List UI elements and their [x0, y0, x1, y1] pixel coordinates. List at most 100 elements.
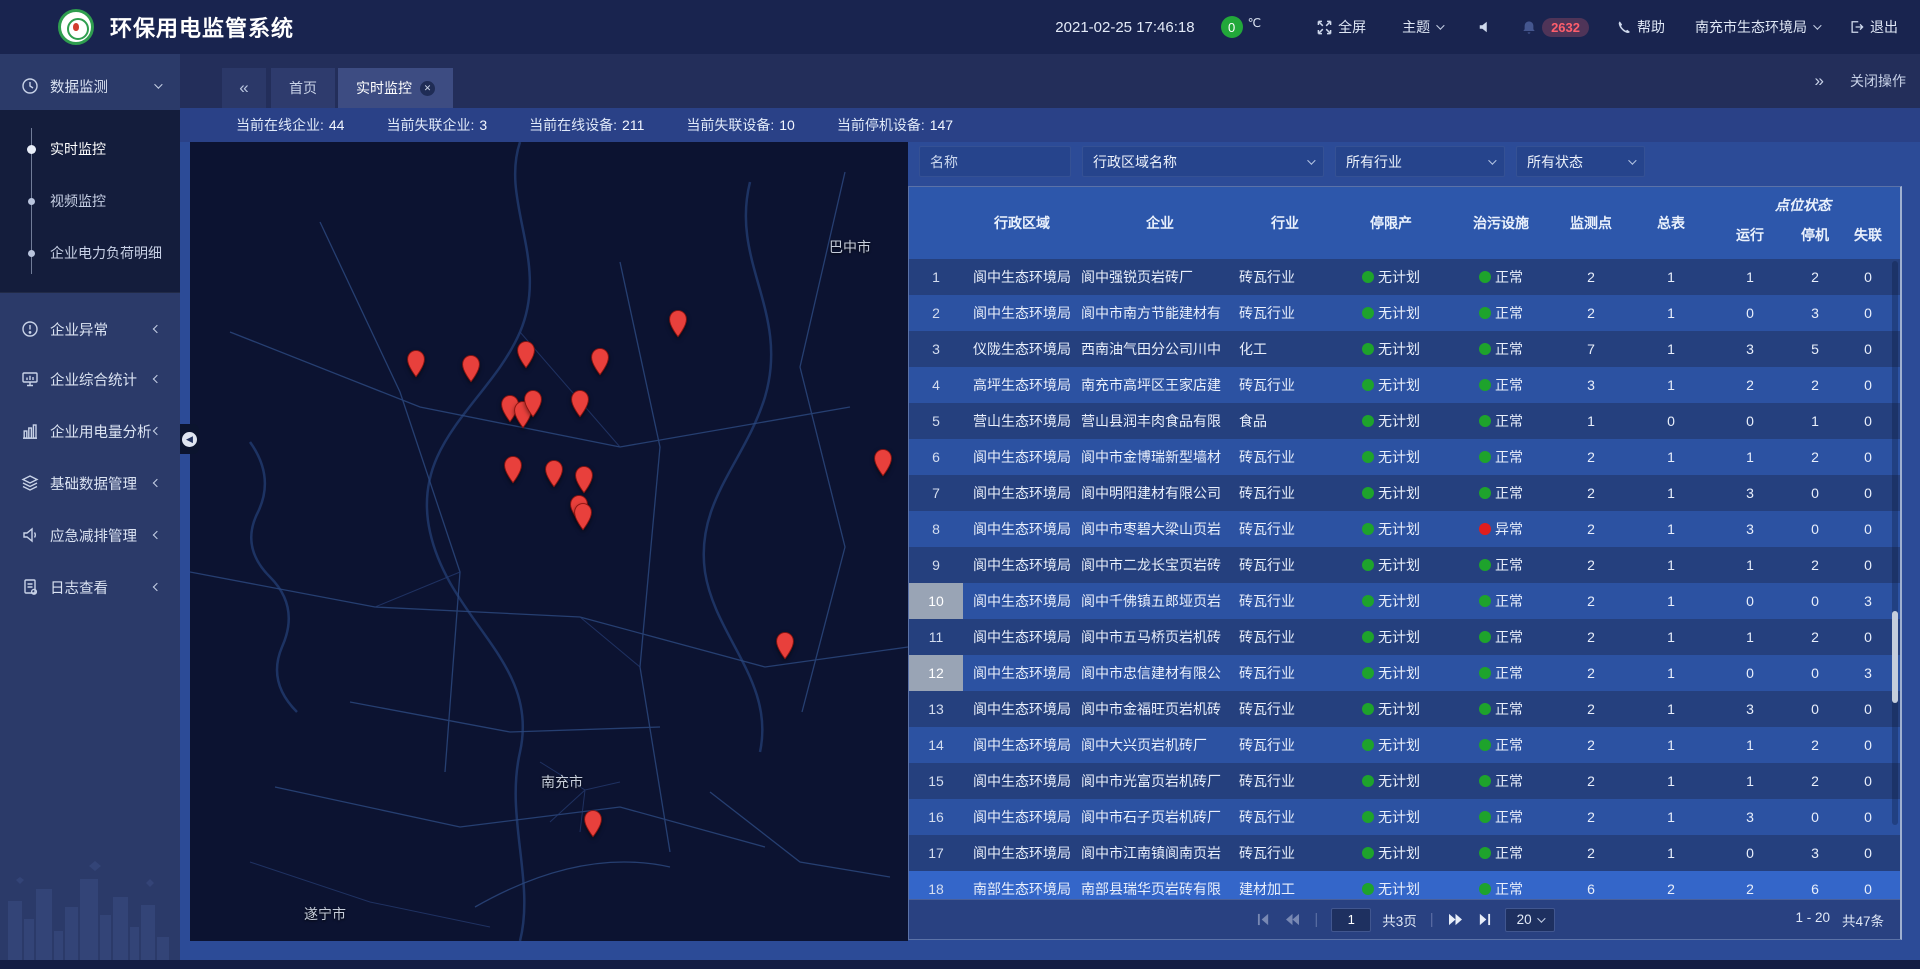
- sidebar-item-label: 数据监测: [50, 76, 154, 97]
- run-cell: 1: [1711, 727, 1789, 763]
- notification-count-badge: 2632: [1542, 18, 1589, 37]
- map-pin[interactable]: [406, 350, 427, 378]
- map-pin[interactable]: [590, 348, 611, 376]
- sidebar-subitem-实时监控[interactable]: 实时监控: [0, 123, 180, 175]
- sidebar-item-数据监测[interactable]: 数据监测: [0, 62, 180, 110]
- run-cell: 2: [1711, 367, 1789, 403]
- sound-toggle[interactable]: [1478, 20, 1492, 34]
- sidebar-collapse-button[interactable]: ◀: [180, 424, 199, 454]
- company-cell: 营山县润丰肉食品有限: [1081, 403, 1239, 439]
- region-cell: 阆中生态环境局: [963, 439, 1081, 475]
- table-row[interactable]: 11阆中生态环境局阆中市五马桥页岩机砖砖瓦行业无计划正常21120: [909, 619, 1900, 655]
- map-pin[interactable]: [574, 466, 595, 494]
- row-index: 5: [909, 403, 963, 439]
- bottom-strip: [0, 960, 1920, 969]
- table-row[interactable]: 13阆中生态环境局阆中市金福旺页岩机砖砖瓦行业无计划正常21300: [909, 691, 1900, 727]
- facility-text: 正常: [1495, 483, 1523, 503]
- run-cell: 0: [1711, 403, 1789, 439]
- status-select[interactable]: 所有状态: [1516, 146, 1645, 177]
- theme-dropdown[interactable]: 主题: [1402, 17, 1442, 37]
- sidebar-item-企业异常[interactable]: 企业异常: [0, 305, 180, 353]
- table-row[interactable]: 5营山生态环境局营山县润丰肉食品有限食品无计划正常10010: [909, 403, 1900, 439]
- facility-text: 异常: [1495, 519, 1523, 539]
- close-operations-button[interactable]: 关闭操作: [1850, 71, 1906, 91]
- tab-close-icon[interactable]: ✕: [420, 81, 435, 96]
- tabs-scroll-left-icon[interactable]: «: [222, 68, 266, 108]
- region-select[interactable]: 行政区域名称: [1082, 146, 1324, 177]
- table-row[interactable]: 12阆中生态环境局阆中市忠信建材有限公砖瓦行业无计划正常21003: [909, 655, 1900, 691]
- table-row[interactable]: 18南部生态环境局南部县瑞华页岩砖有限建材加工无计划正常62260: [909, 871, 1900, 901]
- fullscreen-button[interactable]: 全屏: [1317, 17, 1366, 37]
- map-pin[interactable]: [583, 810, 604, 838]
- map-panel[interactable]: 巴中市南充市遂宁市: [190, 142, 908, 941]
- sidebar-item-应急减排管理[interactable]: 应急减排管理: [0, 509, 180, 561]
- next-page-button[interactable]: [1447, 913, 1465, 927]
- industry-select[interactable]: 所有行业: [1335, 146, 1505, 177]
- industry-cell: 砖瓦行业: [1239, 547, 1331, 583]
- table-row[interactable]: 15阆中生态环境局阆中市光富页岩机砖厂砖瓦行业无计划正常21120: [909, 763, 1900, 799]
- help-button[interactable]: 帮助: [1617, 17, 1665, 37]
- map-pin[interactable]: [503, 456, 524, 484]
- map-pin[interactable]: [873, 449, 894, 477]
- sidebar-item-日志查看[interactable]: 日志查看: [0, 561, 180, 613]
- map-pin[interactable]: [668, 310, 689, 338]
- table-row[interactable]: 7阆中生态环境局阆中明阳建材有限公司砖瓦行业无计划正常21300: [909, 475, 1900, 511]
- sidebar-item-企业综合统计[interactable]: 企业综合统计: [0, 353, 180, 405]
- page-size-select[interactable]: 20: [1505, 908, 1555, 932]
- status-dot-red: [1479, 523, 1491, 535]
- table-row[interactable]: 6阆中生态环境局阆中市金博瑞新型墙材砖瓦行业无计划正常21120: [909, 439, 1900, 475]
- map-pin[interactable]: [775, 632, 796, 660]
- table-row[interactable]: 2阆中生态环境局阆中市南方节能建材有砖瓦行业无计划正常21030: [909, 295, 1900, 331]
- chevron-down-icon: [1537, 914, 1545, 922]
- tabs-scroll-right-icon[interactable]: »: [1815, 71, 1824, 91]
- facility-status-cell: 正常: [1451, 619, 1551, 655]
- sidebar-subitem-视频监控[interactable]: 视频监控: [0, 175, 180, 227]
- chevron-left-icon: [153, 325, 161, 333]
- table-row[interactable]: 17阆中生态环境局阆中市江南镇阆南页岩砖瓦行业无计划正常21030: [909, 835, 1900, 871]
- first-page-button[interactable]: [1254, 913, 1272, 927]
- table-row[interactable]: 3仪陇生态环境局西南油气田分公司川中化工无计划正常71350: [909, 331, 1900, 367]
- status-dot-green: [1479, 667, 1491, 679]
- org-dropdown[interactable]: 南充市生态环境局: [1695, 17, 1819, 37]
- map-pin[interactable]: [516, 341, 537, 369]
- map-pin[interactable]: [544, 460, 565, 488]
- map-pin[interactable]: [573, 503, 594, 531]
- facility-status-cell: 正常: [1451, 295, 1551, 331]
- region-cell: 阆中生态环境局: [963, 259, 1081, 295]
- chevron-down-icon: [1436, 21, 1444, 29]
- page-number-input[interactable]: [1331, 908, 1371, 932]
- table-row[interactable]: 9阆中生态环境局阆中市二龙长宝页岩砖砖瓦行业无计划正常21120: [909, 547, 1900, 583]
- last-page-button[interactable]: [1476, 913, 1494, 927]
- stopped-cell: 2: [1789, 763, 1841, 799]
- horn-icon: [21, 526, 39, 544]
- table-row[interactable]: 14阆中生态环境局阆中大兴页岩机砖厂砖瓦行业无计划正常21120: [909, 727, 1900, 763]
- lost-cell: 0: [1841, 331, 1895, 367]
- table-scrollbar-thumb[interactable]: [1892, 611, 1898, 703]
- table-scrollbar-track[interactable]: [1892, 261, 1898, 825]
- company-cell: 阆中市五马桥页岩机砖: [1081, 619, 1239, 655]
- tab-实时监控[interactable]: 实时监控✕: [338, 68, 453, 108]
- chevron-left-icon: [153, 583, 161, 591]
- name-search-input[interactable]: [919, 146, 1071, 177]
- map-pin[interactable]: [523, 390, 544, 418]
- map-pin[interactable]: [570, 390, 591, 418]
- logout-button[interactable]: 退出: [1849, 17, 1898, 37]
- table-row[interactable]: 1阆中生态环境局阆中强锐页岩砖厂砖瓦行业无计划正常21120: [909, 259, 1900, 295]
- prev-page-button[interactable]: [1283, 913, 1301, 927]
- status-dot-green: [1479, 883, 1491, 895]
- map-pin[interactable]: [461, 355, 482, 383]
- company-cell: 阆中市忠信建材有限公: [1081, 655, 1239, 691]
- sidebar-item-基础数据管理[interactable]: 基础数据管理: [0, 457, 180, 509]
- industry-cell: 砖瓦行业: [1239, 583, 1331, 619]
- status-dot-green: [1479, 559, 1491, 571]
- table-row[interactable]: 10阆中生态环境局阆中千佛镇五郎垭页岩砖瓦行业无计划正常21003: [909, 583, 1900, 619]
- meters-cell: 1: [1631, 619, 1711, 655]
- notification-button[interactable]: 2632: [1522, 18, 1589, 37]
- table-row[interactable]: 8阆中生态环境局阆中市枣碧大梁山页岩砖瓦行业无计划异常21300: [909, 511, 1900, 547]
- sidebar-subitem-企业电力负荷明细[interactable]: 企业电力负荷明细: [0, 227, 180, 279]
- table-row[interactable]: 4高坪生态环境局南充市高坪区王家店建砖瓦行业无计划正常31220: [909, 367, 1900, 403]
- sidebar-item-企业用电量分析[interactable]: 企业用电量分析: [0, 405, 180, 457]
- tab-首页[interactable]: 首页: [271, 68, 335, 108]
- table-row[interactable]: 16阆中生态环境局阆中市石子页岩机砖厂砖瓦行业无计划正常21300: [909, 799, 1900, 835]
- stopped-cell: 0: [1789, 475, 1841, 511]
